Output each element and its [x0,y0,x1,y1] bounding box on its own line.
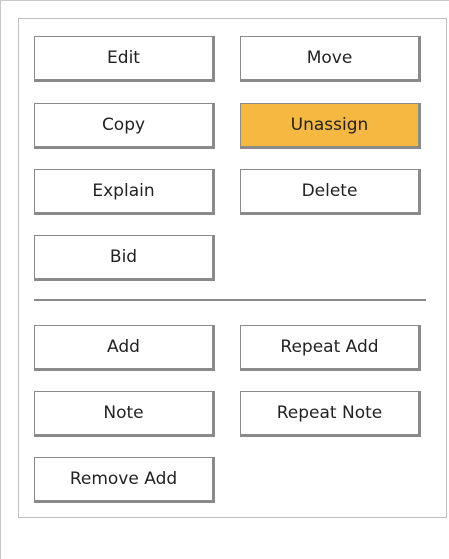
delete-button[interactable]: Delete [240,169,421,215]
remove-add-button[interactable]: Remove Add [34,457,215,503]
unassign-button[interactable]: Unassign [240,103,421,149]
copy-button[interactable]: Copy [34,103,215,149]
repeat-add-button[interactable]: Repeat Add [240,325,421,371]
repeat-note-button[interactable]: Repeat Note [240,391,421,437]
note-button[interactable]: Note [34,391,215,437]
section-divider [34,299,426,301]
edit-button[interactable]: Edit [34,36,215,82]
add-button[interactable]: Add [34,325,215,371]
move-button[interactable]: Move [240,36,421,82]
bid-button[interactable]: Bid [34,235,215,281]
explain-button[interactable]: Explain [34,169,215,215]
